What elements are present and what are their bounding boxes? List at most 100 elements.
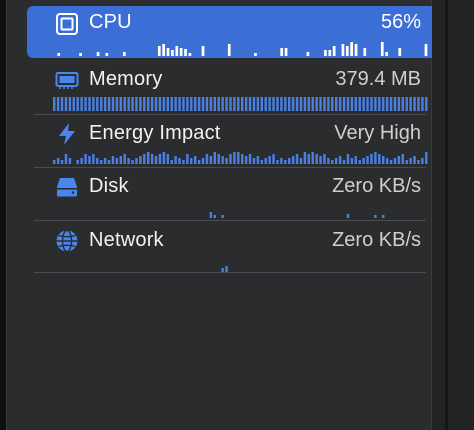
cpu-bar xyxy=(254,53,257,56)
memory-bar xyxy=(103,97,107,111)
disk-bar xyxy=(374,215,377,218)
memory-bar xyxy=(268,97,271,111)
cpu-bar xyxy=(201,46,205,56)
memory-bar xyxy=(315,97,318,111)
memory-bar xyxy=(178,97,181,111)
memory-bar xyxy=(350,97,354,111)
energy-bar xyxy=(158,154,162,164)
energy-bar xyxy=(374,152,377,164)
energy-bar xyxy=(425,152,428,164)
energy-bar xyxy=(201,158,205,164)
energy-bar xyxy=(280,158,283,164)
energy-bar xyxy=(413,156,416,164)
disk-bar xyxy=(346,214,350,218)
memory-sparkline xyxy=(53,97,428,111)
energy-bar xyxy=(350,158,354,164)
cpu-bar xyxy=(350,42,354,56)
energy-bar xyxy=(154,156,158,164)
memory-bar xyxy=(119,97,123,111)
cpu-chip-icon xyxy=(56,13,78,35)
memory-bar xyxy=(197,97,201,111)
memory-bar xyxy=(370,97,373,111)
memory-bar xyxy=(401,97,405,111)
disk-bar xyxy=(221,215,224,218)
gauge-value: 379.4 MB xyxy=(335,68,421,90)
memory-bar xyxy=(284,97,287,111)
energy-bar xyxy=(417,160,420,164)
gauge-energy-impact[interactable]: Energy Impact Very High xyxy=(27,114,437,168)
energy-bar xyxy=(221,156,224,164)
cpu-bar xyxy=(354,44,358,56)
cpu-bar xyxy=(363,48,367,56)
gauge-label: Network xyxy=(89,229,164,251)
memory-bar xyxy=(147,97,150,111)
energy-bar xyxy=(303,152,307,164)
cpu-bar xyxy=(179,48,183,56)
memory-bar xyxy=(88,97,91,111)
energy-bar xyxy=(315,154,318,164)
memory-bar xyxy=(68,97,72,111)
divider xyxy=(34,272,426,273)
cpu-bar xyxy=(324,50,327,56)
energy-bar xyxy=(150,154,154,164)
cpu-bar xyxy=(227,44,231,56)
cpu-bar xyxy=(385,52,388,56)
energy-sparkline xyxy=(53,152,428,164)
memory-bar xyxy=(92,97,95,111)
memory-bar xyxy=(252,97,256,111)
gauge-network[interactable]: Network Zero KB/s xyxy=(27,222,437,274)
memory-bar xyxy=(143,97,146,111)
memory-bar xyxy=(182,97,185,111)
memory-bar xyxy=(256,97,260,111)
gauge-cpu[interactable]: CPU 56% xyxy=(27,6,437,58)
memory-bar xyxy=(84,97,87,111)
memory-bar xyxy=(385,97,389,111)
memory-bar xyxy=(327,97,330,111)
energy-bar xyxy=(170,160,173,164)
energy-bar xyxy=(311,152,314,164)
energy-bar xyxy=(135,158,138,164)
memory-bar xyxy=(170,97,173,111)
lightning-bolt-icon xyxy=(59,123,75,145)
memory-bar xyxy=(111,97,115,111)
memory-bar xyxy=(56,97,60,111)
memory-bar xyxy=(378,97,381,111)
energy-bar xyxy=(260,160,264,164)
gauge-disk[interactable]: Disk Zero KB/s xyxy=(27,168,437,220)
energy-bar xyxy=(76,160,79,164)
memory-bar xyxy=(174,97,177,111)
memory-bar xyxy=(299,97,303,111)
cpu-bar xyxy=(105,53,109,56)
energy-bar xyxy=(217,154,220,164)
memory-bar xyxy=(135,97,138,111)
cpu-bar xyxy=(175,46,179,56)
energy-bar xyxy=(264,158,267,164)
cpu-bar xyxy=(96,52,100,56)
memory-bar xyxy=(76,97,79,111)
gauge-value: Zero KB/s xyxy=(332,175,421,197)
energy-bar xyxy=(389,160,393,164)
energy-bar xyxy=(331,160,334,164)
gauge-label: Memory xyxy=(89,68,163,90)
cpu-bar xyxy=(380,42,384,56)
energy-bar xyxy=(393,158,397,164)
memory-bar xyxy=(139,97,142,111)
energy-bar xyxy=(244,156,248,164)
energy-bar xyxy=(197,160,201,164)
memory-bar xyxy=(127,97,130,111)
energy-bar xyxy=(252,158,256,164)
energy-bar xyxy=(131,160,134,164)
cpu-bar xyxy=(157,46,161,56)
energy-bar xyxy=(378,154,381,164)
energy-bar xyxy=(209,156,213,164)
gauge-memory[interactable]: Memory 379.4 MB xyxy=(27,60,437,114)
energy-bar xyxy=(284,160,287,164)
energy-bar xyxy=(405,160,408,164)
energy-bar xyxy=(382,156,385,164)
memory-bar xyxy=(319,97,322,111)
energy-bar xyxy=(123,154,126,164)
memory-bar xyxy=(217,97,220,111)
memory-bar xyxy=(354,97,358,111)
energy-bar xyxy=(362,158,365,164)
memory-bar xyxy=(342,97,346,111)
